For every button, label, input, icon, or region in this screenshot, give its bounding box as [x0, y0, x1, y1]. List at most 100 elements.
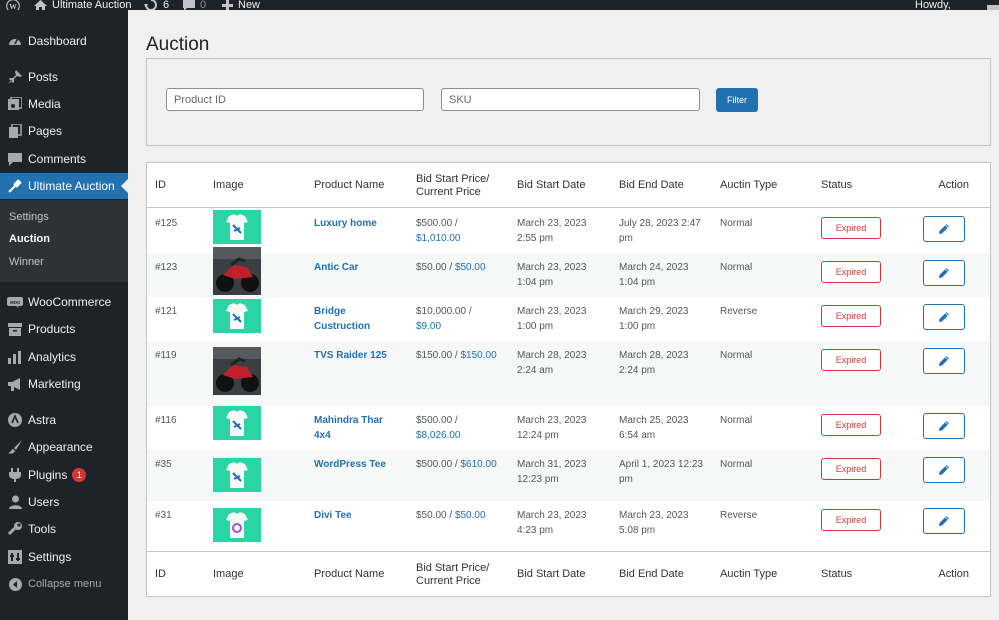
product-thumbnail[interactable]: [213, 247, 261, 295]
comments-link[interactable]: 0: [183, 0, 206, 10]
cell-start-date: March 23, 2023 12:24 pm: [517, 413, 587, 443]
product-name-link[interactable]: TVS Raider 125: [314, 348, 406, 363]
cell-price: $10,000.00 / $9.00: [416, 304, 472, 334]
edit-button[interactable]: [923, 457, 965, 483]
my-account-link[interactable]: Howdy, admin: [915, 0, 999, 10]
sidebar-item-plugins[interactable]: Plugins 1: [0, 462, 128, 488]
end-date: March 28, 2023: [619, 350, 689, 361]
product-name-link[interactable]: Mahindra Thar: [314, 413, 406, 428]
cell-start-date: March 28, 2023 2:24 am: [517, 348, 587, 378]
sidebar-item-woocommerce[interactable]: woo WooCommerce: [0, 289, 128, 315]
product-name-link[interactable]: Luxury home: [314, 216, 406, 231]
edit-button[interactable]: [923, 348, 965, 374]
end-time: 6:54 am: [619, 430, 656, 441]
product-name-link-line2[interactable]: 4x4: [314, 428, 406, 443]
sidebar-item-tools[interactable]: Tools: [0, 516, 128, 542]
new-content-link[interactable]: New: [222, 0, 260, 10]
edit-button[interactable]: [923, 413, 965, 439]
cell-id: #31: [155, 510, 172, 521]
column-header-id[interactable]: ID: [155, 163, 166, 208]
sidebar-item-label: Posts: [28, 70, 59, 84]
product-name-link[interactable]: Antic Car: [314, 260, 406, 275]
product-thumbnail[interactable]: [213, 508, 261, 542]
end-time: pm: [619, 474, 633, 485]
bid-start-price: $150.00 /: [416, 350, 458, 361]
edit-button[interactable]: [923, 216, 965, 242]
sidebar-item-dashboard[interactable]: Dashboard: [0, 28, 128, 54]
status-badge: Expired: [821, 261, 881, 283]
sidebar-item-marketing[interactable]: Marketing: [0, 371, 128, 397]
sidebar-item-posts[interactable]: Posts: [0, 64, 128, 90]
product-thumbnail[interactable]: [213, 347, 261, 395]
wordpress-logo-icon[interactable]: W: [6, 0, 20, 10]
product-name-link-line2[interactable]: Custruction: [314, 319, 406, 334]
submenu-item-auction[interactable]: Auction: [9, 233, 50, 245]
sidebar-item-products[interactable]: Products: [0, 316, 128, 342]
column-header-price-line1: Bid Start Price/: [416, 172, 490, 185]
sidebar-item-ultimate-auction[interactable]: Ultimate Auction: [0, 173, 128, 199]
updates-link[interactable]: 6: [144, 0, 169, 10]
column-footer-product-name[interactable]: Product Name: [314, 552, 384, 597]
product-thumbnail[interactable]: [213, 458, 261, 492]
status-badge: Expired: [821, 458, 881, 480]
start-time: 1:04 pm: [517, 277, 554, 288]
column-footer-price-line2: Current Price: [416, 574, 481, 587]
auction-table: ID Image Product Name Bid Start Price/ C…: [146, 162, 991, 597]
edit-button[interactable]: [923, 260, 965, 286]
submenu-item-settings[interactable]: Settings: [9, 211, 49, 223]
product-name-link[interactable]: WordPress Tee: [314, 457, 406, 472]
pencil-icon: [939, 312, 949, 322]
dashboard-icon: [0, 34, 28, 48]
bid-start-price: $10,000.00 /: [416, 306, 472, 317]
cell-end-date: March 24, 2023 1:04 pm: [619, 260, 689, 290]
filter-button[interactable]: Filter: [716, 88, 758, 112]
column-footer-status: Status: [821, 568, 853, 580]
current-price: $9.00: [416, 321, 442, 332]
collapse-menu-button[interactable]: Collapse menu: [0, 571, 128, 597]
status-badge: Expired: [821, 414, 881, 436]
end-date: March 23, 2023: [619, 510, 689, 521]
table-row: #119 TVS Raider 125 $150.00 / $150.00 March…: [147, 341, 990, 406]
cell-price: $500.00 / $610.00: [416, 457, 497, 472]
sidebar-item-comments[interactable]: Comments: [0, 146, 128, 172]
column-footer-id[interactable]: ID: [155, 552, 166, 597]
sku-input[interactable]: [441, 88, 700, 111]
sidebar-item-pages[interactable]: Pages: [0, 118, 128, 144]
cell-product-name: Mahindra Thar 4x4: [314, 413, 406, 443]
cell-id: #119: [155, 350, 177, 361]
pages-icon: [0, 124, 28, 138]
column-header-product-name[interactable]: Product Name: [314, 163, 384, 208]
plugins-update-badge: 1: [72, 468, 87, 482]
home-icon: [34, 0, 47, 10]
site-name-link[interactable]: Ultimate Auction: [34, 0, 131, 10]
start-date: March 23, 2023: [517, 218, 587, 229]
submenu-item-winner[interactable]: Winner: [9, 256, 44, 268]
product-thumbnail[interactable]: [213, 299, 261, 333]
sidebar-item-appearance[interactable]: Appearance: [0, 434, 128, 460]
cell-auction-type: Normal: [720, 459, 753, 470]
edit-button[interactable]: [923, 508, 965, 534]
bid-start-price: $50.00 /: [416, 510, 453, 521]
sidebar-item-analytics[interactable]: Analytics: [0, 344, 128, 370]
sidebar-item-label: Appearance: [28, 440, 93, 454]
column-header-type: Auctin Type: [720, 179, 778, 191]
current-price: $50.00: [454, 510, 486, 521]
edit-button[interactable]: [923, 304, 965, 330]
status-badge: Expired: [821, 509, 881, 531]
product-thumbnail[interactable]: [213, 210, 261, 244]
cell-product-name: Luxury home: [314, 216, 406, 231]
end-date: March 25, 2023: [619, 415, 689, 426]
cell-price: $50.00 / $50.00: [416, 508, 486, 523]
product-name-link[interactable]: Bridge: [314, 304, 406, 319]
cell-product-name: Bridge Custruction: [314, 304, 406, 334]
admin-bar: W Ultimate Auction 6 0 New Howdy, admin: [0, 0, 999, 10]
sidebar-item-astra[interactable]: Astra: [0, 407, 128, 433]
sidebar-item-settings[interactable]: Settings: [0, 544, 128, 570]
sidebar-item-users[interactable]: Users: [0, 489, 128, 515]
sidebar-item-media[interactable]: Media: [0, 91, 128, 117]
current-price: $50.00: [454, 262, 486, 273]
pencil-icon: [939, 516, 949, 526]
product-name-link[interactable]: Divi Tee: [314, 508, 406, 523]
product-id-input[interactable]: [166, 88, 424, 111]
product-thumbnail[interactable]: [213, 406, 261, 440]
